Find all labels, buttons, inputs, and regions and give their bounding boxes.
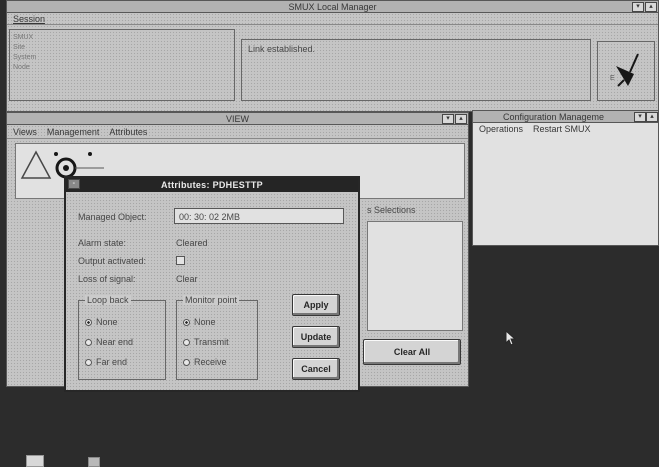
- update-label: Update: [300, 332, 332, 342]
- manager-title-bar[interactable]: SMUX Local Manager ▾ ▴: [7, 1, 658, 13]
- menu-attributes[interactable]: Attributes: [109, 127, 147, 137]
- monitor-option-transmit[interactable]: Transmit: [183, 337, 229, 347]
- config-title-bar[interactable]: Configuration Manageme ▾ ▴: [473, 111, 658, 123]
- loopback-option-near-end[interactable]: Near end: [85, 337, 133, 347]
- radio-selected-icon: [183, 319, 190, 327]
- loopback-label: Loop back: [85, 295, 131, 305]
- apply-button[interactable]: Apply: [292, 294, 340, 316]
- clear-all-label: Clear All: [393, 347, 431, 357]
- smux-local-manager-window: SMUX Local Manager ▾ ▴ Session SMUX Site…: [6, 0, 659, 112]
- status-label-site: Site: [13, 44, 26, 51]
- menu-session[interactable]: Session: [13, 14, 45, 24]
- radio-icon: [85, 339, 92, 347]
- config-menu-bar: Operations Restart SMUX: [473, 123, 658, 135]
- menu-operations[interactable]: Operations: [479, 124, 523, 134]
- attributes-dialog: - Attributes: PDHESTTP Managed Object: 0…: [64, 176, 360, 392]
- status-panel: SMUX Site System Node: [9, 29, 235, 101]
- alarm-state-label: Alarm state:: [78, 238, 127, 248]
- minimize-icon[interactable]: ▾: [632, 2, 644, 12]
- view-menu-bar: Views Management Attributes: [7, 125, 468, 139]
- monitor-option-receive[interactable]: Receive: [183, 357, 227, 367]
- manager-menu-bar: Session: [7, 13, 658, 25]
- dialog-title: Attributes: PDHESTTP: [160, 180, 263, 190]
- apply-label: Apply: [303, 300, 329, 310]
- satellite-dish-icon: E: [610, 53, 639, 87]
- radio-icon: [85, 359, 92, 367]
- config-maximize-icon[interactable]: ▴: [646, 112, 658, 122]
- menu-management[interactable]: Management: [47, 127, 100, 137]
- view-title-bar[interactable]: VIEW ▾ ▴: [7, 113, 468, 125]
- update-button[interactable]: Update: [292, 326, 340, 348]
- alarm-state-value: Cleared: [176, 238, 208, 248]
- loopback-option-none[interactable]: None: [85, 317, 118, 327]
- configuration-management-window: Configuration Manageme ▾ ▴ Operations Re…: [472, 110, 659, 246]
- monitor-point-group: Monitor point None Transmit Receive: [176, 295, 258, 380]
- loss-of-signal-label: Loss of signal:: [78, 274, 136, 284]
- dialog-menu-icon[interactable]: -: [68, 179, 80, 189]
- selections-list[interactable]: [367, 221, 463, 331]
- loopback-option-far-end[interactable]: Far end: [85, 357, 127, 367]
- output-activated-checkbox[interactable]: [176, 256, 185, 265]
- cancel-button[interactable]: Cancel: [292, 358, 340, 380]
- loopback-group: Loop back None Near end Far end: [78, 295, 166, 380]
- dialog-title-bar[interactable]: - Attributes: PDHESTTP: [66, 178, 358, 192]
- managed-object-field[interactable]: 00: 30: 02 2MB: [174, 208, 344, 224]
- monitor-option-none[interactable]: None: [183, 317, 216, 327]
- managed-object-label: Managed Object:: [78, 212, 147, 222]
- selections-header: s Selections: [367, 205, 465, 217]
- desktop-icon-2[interactable]: [88, 457, 100, 467]
- logo-panel: E: [597, 41, 655, 101]
- radio-selected-icon: [85, 319, 92, 327]
- radio-icon: [183, 339, 190, 347]
- output-activated-label: Output activated:: [78, 256, 147, 266]
- status-label-node: Node: [13, 64, 30, 71]
- radio-icon: [183, 359, 190, 367]
- view-minimize-icon[interactable]: ▾: [442, 114, 454, 124]
- managed-object-value: 00: 30: 02 2MB: [179, 212, 241, 222]
- status-label-system: System: [13, 54, 37, 61]
- mouse-pointer-icon: [505, 330, 517, 346]
- config-title: Configuration Manageme: [502, 111, 605, 122]
- menu-restart-smux[interactable]: Restart SMUX: [533, 124, 591, 134]
- status-label-smux: SMUX: [13, 34, 34, 41]
- message-text: Link established.: [248, 44, 316, 54]
- svg-text:E: E: [610, 75, 615, 82]
- selections-label: s Selections: [367, 205, 416, 215]
- manager-title: SMUX Local Manager: [288, 1, 377, 12]
- desktop-icon-1[interactable]: [26, 455, 44, 467]
- monitor-point-label: Monitor point: [183, 295, 240, 305]
- message-panel: Link established.: [241, 39, 591, 101]
- view-maximize-icon[interactable]: ▴: [455, 114, 467, 124]
- cancel-label: Cancel: [301, 364, 331, 374]
- loss-of-signal-value: Clear: [176, 274, 198, 284]
- config-minimize-icon[interactable]: ▾: [634, 112, 646, 122]
- clear-all-button[interactable]: Clear All: [363, 339, 461, 365]
- view-title: VIEW: [225, 113, 249, 124]
- menu-views[interactable]: Views: [13, 127, 37, 137]
- maximize-icon[interactable]: ▴: [645, 2, 657, 12]
